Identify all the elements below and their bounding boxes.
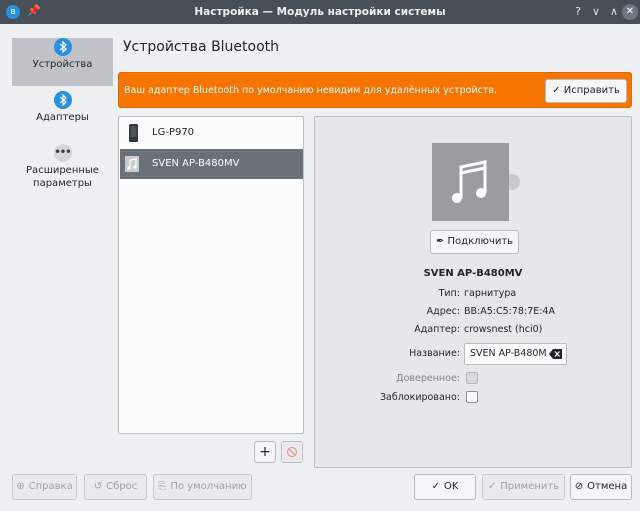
visibility-warning-banner: Ваш адаптер Bluetooth по умолчанию невид…: [118, 72, 632, 108]
sidebar-item-label: Устройства: [32, 59, 93, 70]
pen-icon: ✒: [435, 236, 445, 247]
minimize-icon[interactable]: ∨: [588, 4, 604, 20]
reset-button-label: Сброс: [106, 481, 138, 492]
sidebar-item-advanced[interactable]: ••• Расширенные параметры: [12, 144, 113, 200]
close-icon[interactable]: ✕: [622, 4, 638, 20]
device-name-field-value: SVEN AP-B480M: [470, 348, 547, 359]
type-value: гарнитура: [464, 288, 517, 299]
device-item-lg-p970[interactable]: LG-P970: [120, 118, 303, 148]
adapter-label: Адаптер:: [414, 324, 460, 335]
remove-icon: [286, 446, 298, 458]
blocked-checkbox[interactable]: [466, 391, 478, 403]
ok-button[interactable]: ✓ OK: [414, 474, 476, 500]
device-item-sven[interactable]: SVEN AP-B480MV: [120, 149, 303, 179]
sidebar-item-label: Адаптеры: [36, 112, 89, 123]
more-icon: •••: [53, 144, 72, 162]
type-label: Тип:: [438, 288, 460, 299]
fix-button[interactable]: ✓ Исправить: [545, 79, 627, 103]
trusted-checkbox[interactable]: [466, 372, 478, 384]
plus-icon: +: [259, 444, 271, 460]
device-name-field[interactable]: SVEN AP-B480M: [464, 343, 567, 365]
reset-button[interactable]: ↺ Сброс: [84, 474, 147, 500]
remove-device-button[interactable]: [281, 441, 303, 463]
cancel-button-label: Отмена: [587, 481, 628, 492]
address-value: BB:A5:C5:78:7E:4A: [464, 306, 555, 317]
apply-button[interactable]: ✓ Применить: [482, 474, 565, 500]
lifebuoy-icon: ⊕: [16, 481, 25, 492]
defaults-button[interactable]: ⎘ По умолчанию: [153, 474, 252, 500]
apply-button-label: Применить: [500, 481, 560, 492]
device-list[interactable]: LG-P970 SVEN AP-B480MV: [118, 116, 304, 434]
help-button[interactable]: ⊕ Справка: [12, 474, 77, 500]
ok-button-label: OK: [443, 481, 459, 492]
fix-button-label: Исправить: [563, 85, 620, 96]
help-button-label: Справка: [28, 481, 73, 492]
sidebar-item-label: Расширенные параметры: [26, 165, 99, 189]
add-device-button[interactable]: +: [254, 441, 276, 463]
connect-button-label: Подключить: [447, 236, 514, 247]
cancel-button[interactable]: ⊘ Отмена: [570, 474, 632, 500]
phone-icon: [129, 124, 138, 142]
window-title: Настройка — Модуль настройки системы: [194, 6, 446, 18]
device-title: SVEN AP-B480MV: [423, 268, 523, 279]
device-name: SVEN AP-B480MV: [152, 158, 240, 169]
sidebar-item-adapters[interactable]: Адаптеры: [12, 91, 113, 139]
bluetooth-icon: [53, 91, 72, 109]
device-name: LG-P970: [152, 127, 195, 138]
window-titlebar[interactable]: ʙ 📌 Настройка — Модуль настройки системы…: [0, 0, 640, 24]
checkmark-icon: ✓: [552, 85, 561, 96]
audio-device-icon: [125, 156, 139, 172]
audio-device-large-icon: [432, 143, 520, 221]
checkmark-icon: ✓: [431, 481, 440, 492]
checkmark-icon: ✓: [487, 481, 497, 492]
connect-button[interactable]: ✒ Подключить: [430, 230, 519, 254]
sidebar-item-devices[interactable]: Устройства: [12, 38, 113, 86]
help-icon[interactable]: ?: [570, 4, 586, 20]
banner-message: Ваш адаптер Bluetooth по умолчанию невид…: [124, 85, 497, 96]
page-title: Устройства Bluetooth: [123, 39, 280, 55]
sidebar: Устройства Адаптеры ••• Расширенные пара…: [12, 33, 113, 200]
name-label: Название:: [409, 348, 460, 359]
undo-icon: ↺: [93, 481, 103, 492]
document-icon: ⎘: [158, 481, 167, 492]
clear-text-icon[interactable]: [549, 349, 562, 359]
address-label: Адрес:: [426, 306, 460, 317]
bluetooth-icon: [53, 38, 72, 56]
maximize-icon[interactable]: ∧: [606, 4, 622, 20]
blocked-label: Заблокировано:: [379, 392, 460, 403]
cancel-icon: ⊘: [574, 481, 584, 492]
defaults-button-label: По умолчанию: [170, 481, 247, 492]
adapter-value: crowsnest (hci0): [464, 324, 543, 335]
trusted-label: Доверенное:: [396, 373, 460, 384]
